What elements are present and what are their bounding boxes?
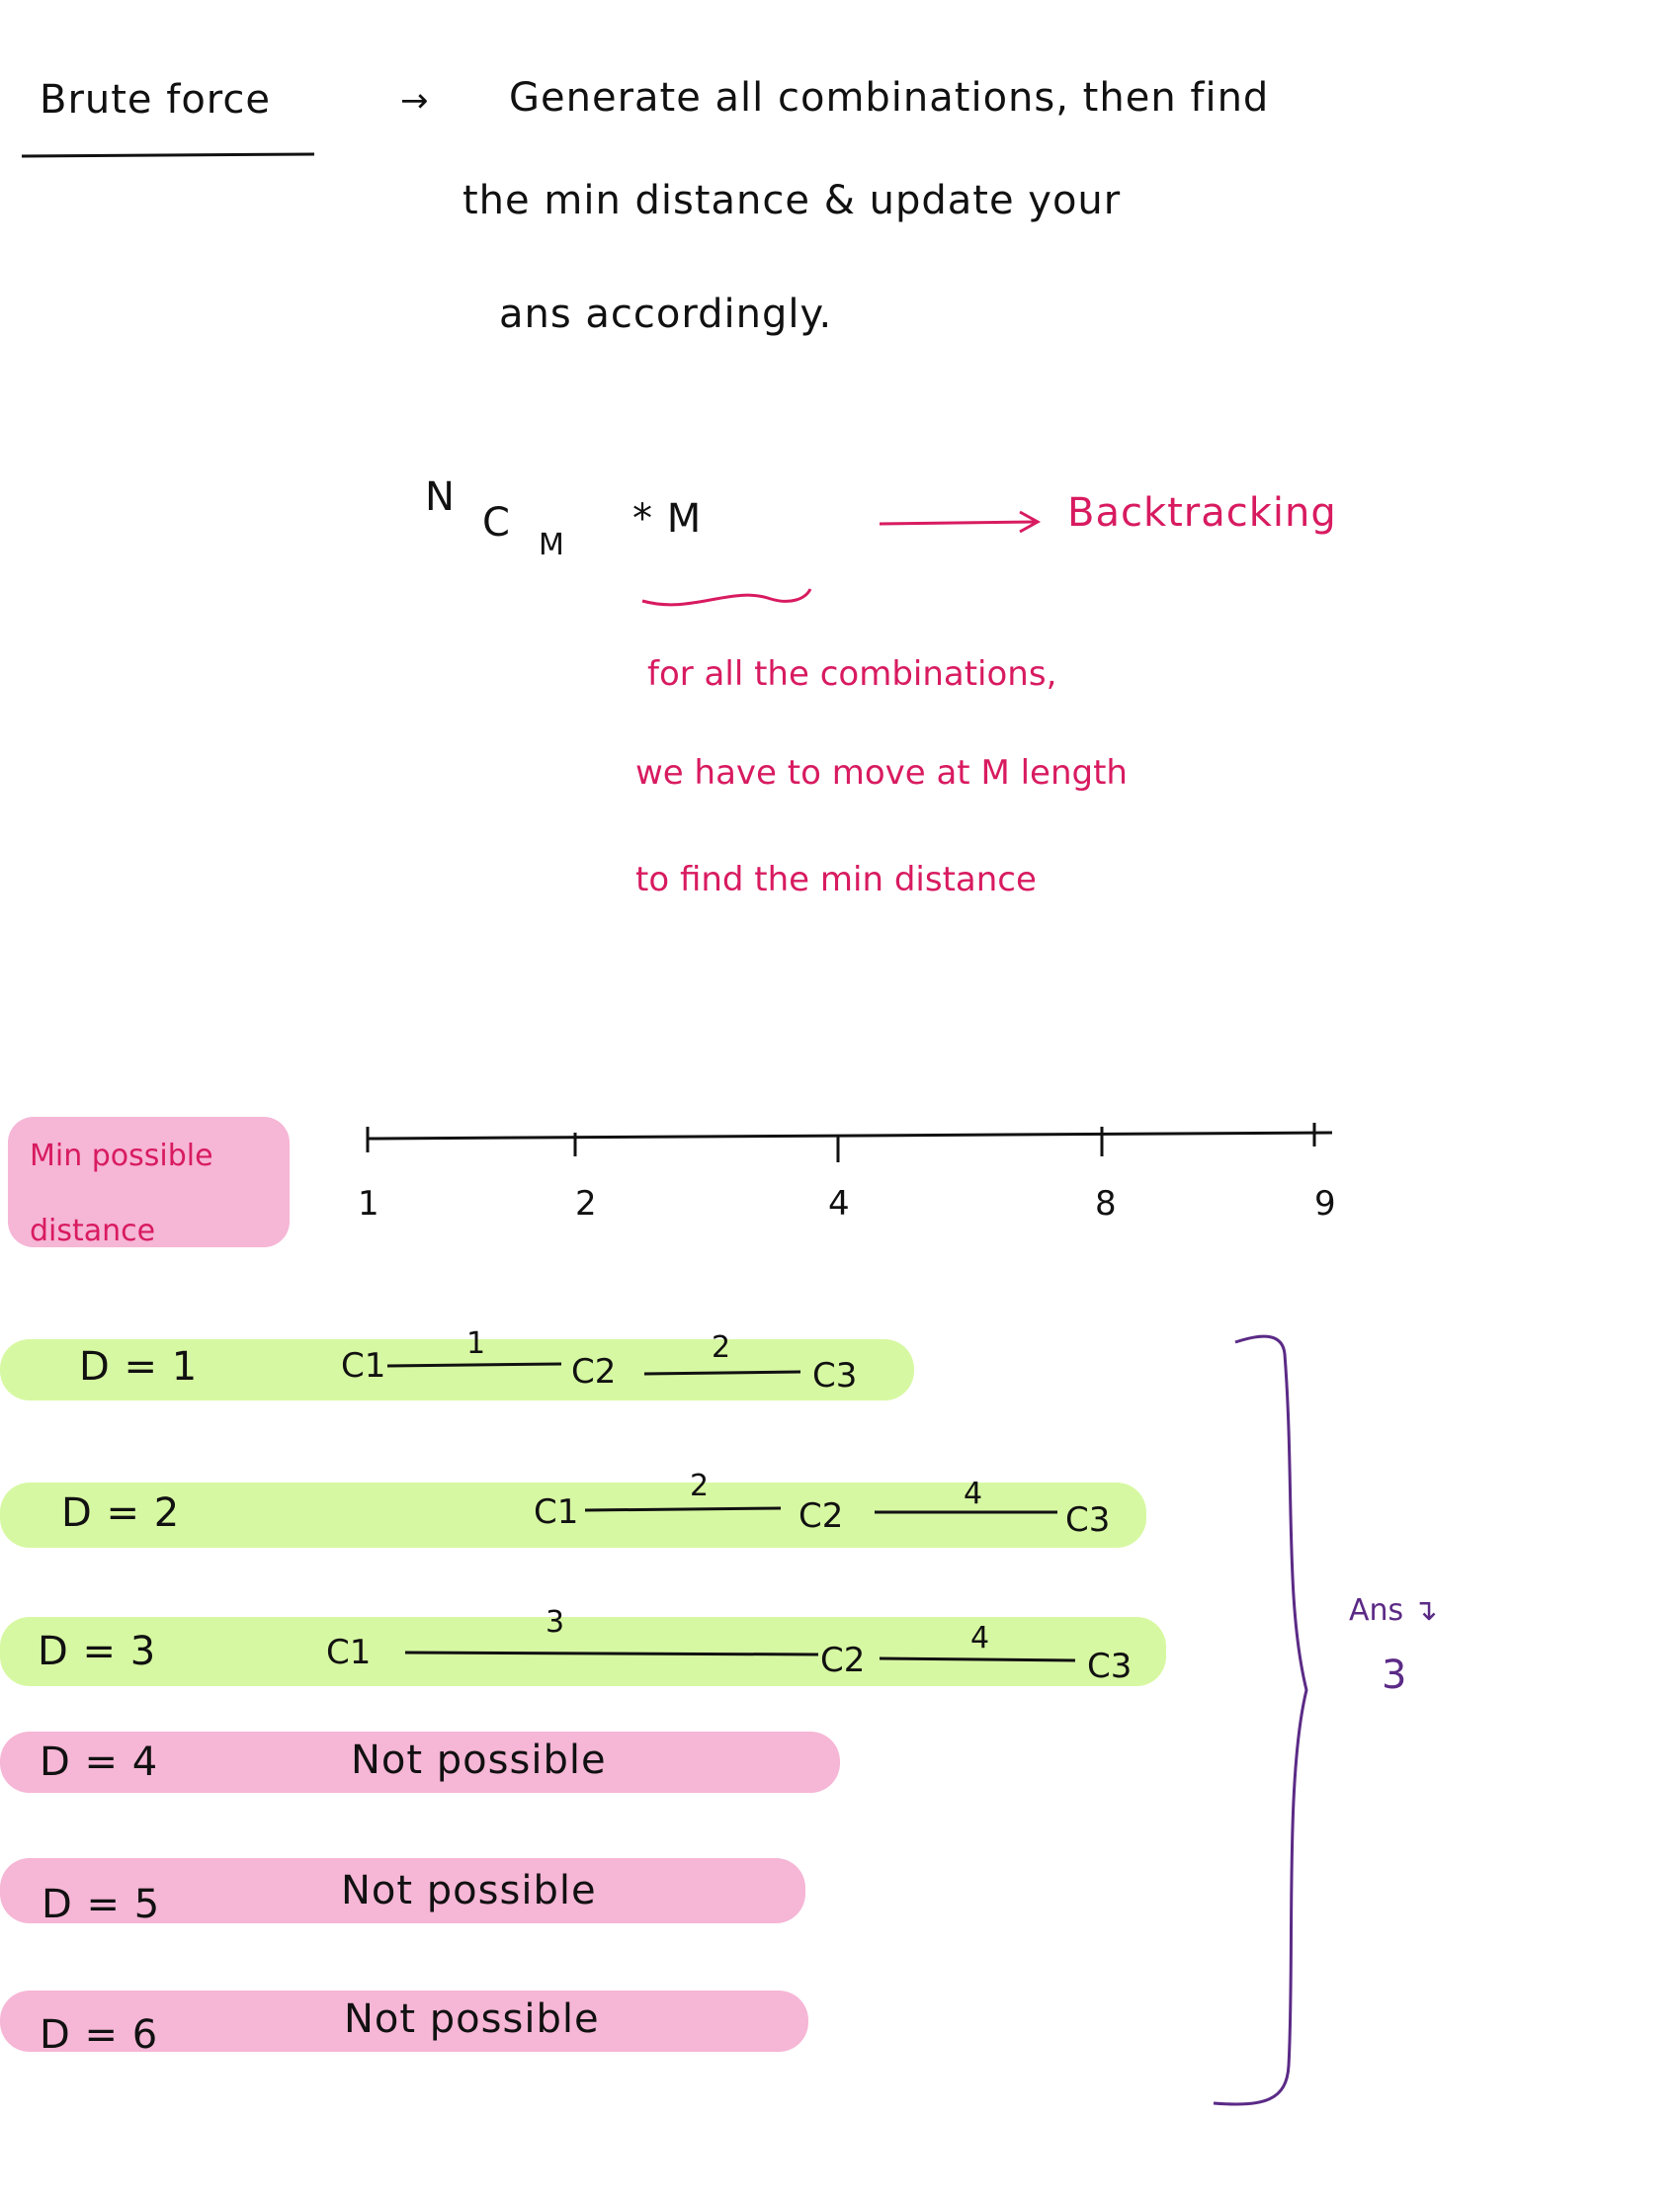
heading-underline [21, 152, 315, 158]
ink-drawings [21, 152, 1333, 2106]
backtracking-arrow [879, 520, 1037, 526]
row-d2-label: D = 2 [61, 1490, 181, 1536]
row-d3-gap1: 3 [546, 1605, 565, 1640]
row1-link1 [386, 1362, 562, 1368]
row-d3-label: D = 3 [38, 1629, 157, 1674]
purple-brace [1213, 1334, 1308, 2106]
row-d1-c1: C1 [341, 1346, 386, 1386]
row-d3-c3: C3 [1087, 1647, 1133, 1686]
row-d2-c1: C1 [534, 1492, 579, 1532]
row-d5-status: Not possible [341, 1868, 597, 1913]
row3-link2 [879, 1656, 1076, 1662]
row-d3-gap2: 4 [970, 1621, 990, 1655]
row-d2-gap2: 4 [964, 1477, 983, 1511]
row-d1-gap1: 1 [466, 1326, 486, 1361]
underbrace [641, 588, 812, 607]
row-d2-gap1: 2 [690, 1469, 710, 1503]
row3-link1 [404, 1651, 819, 1656]
number-line [367, 1131, 1333, 1141]
row-d3-c2: C2 [820, 1641, 866, 1680]
row-d5-label: D = 5 [42, 1882, 161, 1927]
answer-label: Ans ↴ [1349, 1593, 1438, 1628]
row-d2-c3: C3 [1065, 1500, 1111, 1540]
row-d1-gap2: 2 [712, 1330, 731, 1365]
row2-link1 [584, 1506, 782, 1512]
row-d6-label: D = 6 [40, 2012, 159, 2058]
row-d4-status: Not possible [351, 1738, 607, 1783]
row-d2-c2: C2 [798, 1496, 844, 1536]
answer-value: 3 [1382, 1653, 1408, 1698]
row-d1-c3: C3 [812, 1356, 858, 1396]
row-d1-label: D = 1 [79, 1344, 199, 1390]
row-d4-label: D = 4 [40, 1739, 159, 1785]
row-d6-status: Not possible [344, 1996, 600, 2042]
row1-link2 [643, 1370, 801, 1376]
row-d1-c2: C2 [571, 1352, 617, 1392]
row-d3-c1: C1 [326, 1633, 372, 1672]
